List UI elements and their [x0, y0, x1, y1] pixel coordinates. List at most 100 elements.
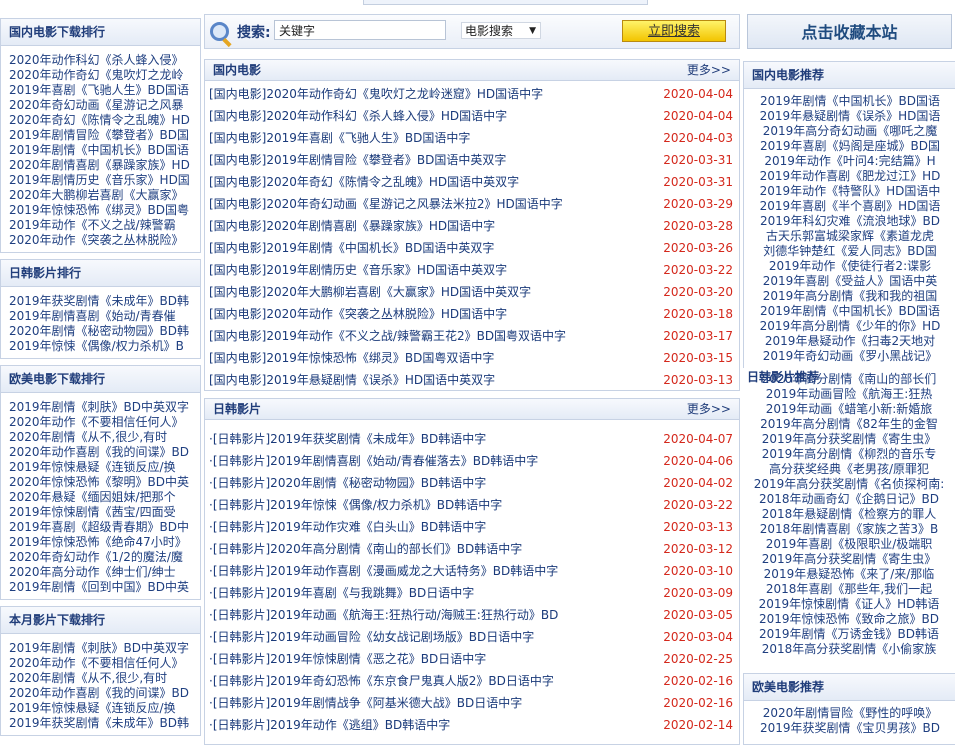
movie-link[interactable]: [国内电影]2019年动作《不义之战/辣警霸王花2》BD国粤双语中字 — [209, 329, 566, 343]
movie-link[interactable]: [国内电影]2019年剧情历史《音乐家》HD国语中英双字 — [209, 263, 507, 277]
recommend-item-link[interactable]: 2019年高分奇幻动画《哪吒之魔 — [744, 124, 955, 139]
ranking-item-link[interactable]: 2020年动作奇幻《鬼吹灯之龙岭 — [9, 68, 200, 83]
recommend-item-link[interactable]: 2019年高分剧情《柳烈的音乐专 — [743, 447, 955, 462]
recommend-item-link[interactable]: 2019年高分获奖剧情《寄生虫》 — [743, 432, 955, 447]
movie-link[interactable]: ·[日韩影片]2019年喜剧《与我跳舞》BD日语中字 — [209, 586, 474, 600]
recommend-item-link[interactable]: 2019年喜剧《受益人》国语中英 — [744, 274, 955, 289]
ranking-item-link[interactable]: 2019年惊悚悬疑《连锁反应/换 — [9, 460, 200, 475]
recommend-item-link[interactable]: 古天乐郭富城梁家辉《素道龙虎 — [744, 229, 955, 244]
ranking-item-link[interactable]: 2020年剧情喜剧《暴躁家族》HD — [9, 158, 200, 173]
movie-link[interactable]: ·[日韩影片]2019年动作喜剧《漫画威龙之大话特务》BD韩语中字 — [209, 564, 558, 578]
recommend-item-link[interactable]: 2019年惊悚剧情《证人》HD韩语 — [743, 597, 955, 612]
ranking-item-link[interactable]: 2020年高分动作《绅士们/绅士 — [9, 565, 200, 580]
movie-link[interactable]: ·[日韩影片]2019年动画《航海王:狂热行动/海贼王:狂热行动》BD — [209, 608, 558, 622]
ranking-item-link[interactable]: 2019年剧情《回到中国》BD中英 — [9, 580, 200, 595]
movie-link[interactable]: [国内电影]2019年剧情冒险《攀登者》BD国语中英双字 — [209, 153, 506, 167]
ranking-item-link[interactable]: 2020年惊悚恐怖《黎明》BD中英 — [9, 475, 200, 490]
movie-link[interactable]: ·[日韩影片]2019年惊悚剧情《恶之花》BD日语中字 — [209, 652, 486, 666]
ranking-item-link[interactable]: 2020年动作科幻《杀人蜂入侵》 — [9, 53, 200, 68]
ranking-item-link[interactable]: 2020年悬疑《缅因姐妹/把那个 — [9, 490, 200, 505]
recommend-item-link[interactable]: 2020年剧情冒险《野性的呼唤》 — [744, 706, 955, 721]
recommend-item-link[interactable]: 刘德华钟楚红《爱人同志》BD国 — [744, 244, 955, 259]
movie-link[interactable]: [国内电影]2020年动作奇幻《鬼吹灯之龙岭迷窟》HD国语中字 — [209, 87, 543, 101]
ranking-item-link[interactable]: 2019年剧情历史《音乐家》HD国 — [9, 173, 200, 188]
recommend-item-link[interactable]: 2019年高分剧情《82年生的金智 — [743, 417, 955, 432]
ranking-item-link[interactable]: 2019年剧情《刺肤》BD中英双字 — [9, 641, 200, 656]
more-link[interactable]: 更多>> — [687, 399, 731, 419]
recommend-item-link[interactable]: 2019年惊悚恐怖《致命之旅》BD — [743, 612, 955, 627]
ranking-item-link[interactable]: 2020年动作《突袭之丛林脱险》 — [9, 233, 200, 248]
ranking-item-link[interactable]: 2019年动作《不义之战/辣警霸 — [9, 218, 200, 233]
movie-link[interactable]: ·[日韩影片]2019年奇幻恐怖《东京食尸鬼真人版2》BD日语中字 — [209, 674, 554, 688]
movie-link[interactable]: ·[日韩影片]2019年动画冒险《幼女战记剧场版》BD日语中字 — [209, 630, 534, 644]
recommend-item-link[interactable]: 2019年动画冒险《航海王:狂热 — [743, 387, 955, 402]
recommend-item-link[interactable]: 2019年高分剧情《少年的你》HD — [744, 319, 955, 334]
ranking-item-link[interactable]: 2019年剧情《中国机长》BD国语 — [9, 143, 200, 158]
ranking-item-link[interactable]: 2019年剧情喜剧《始动/青春催 — [9, 309, 200, 324]
movie-link[interactable]: ·[日韩影片]2019年剧情战争《阿基米德大战》BD日语中字 — [209, 696, 522, 710]
ranking-item-link[interactable]: 2020年动作喜剧《我的间谍》BD — [9, 686, 200, 701]
recommend-item-link[interactable]: 2019年高分获奖剧情《名侦探柯南: — [743, 477, 955, 492]
movie-link[interactable]: [国内电影]2019年剧情《中国机长》BD国语中英双字 — [209, 241, 494, 255]
recommend-item-link[interactable]: 2018年喜剧《那些年,我们一起 — [743, 582, 955, 597]
ranking-item-link[interactable]: 2020年动作《不要相信任何人》 — [9, 415, 200, 430]
recommend-item-link[interactable]: 高分获奖经典《老男孩/原罪犯 — [743, 462, 955, 477]
movie-link[interactable]: [国内电影]2019年惊悚恐怖《绑灵》BD国粤双语中字 — [209, 351, 494, 365]
recommend-item-link[interactable]: 2018年高分获奖剧情《小偷家族 — [743, 642, 955, 657]
ranking-item-link[interactable]: 2019年喜剧《超级青春期》BD中 — [9, 520, 200, 535]
recommend-item-link[interactable]: 2019年动作《使徒行者2:谍影 — [744, 259, 955, 274]
recommend-item-link[interactable]: 2019年动作《特警队》HD国语中 — [744, 184, 955, 199]
recommend-item-link[interactable]: 2019年喜剧《妈阁是座城》BD国 — [744, 139, 955, 154]
movie-link[interactable]: ·[日韩影片]2020年剧情《秘密动物园》BD韩语中字 — [209, 476, 486, 490]
ranking-item-link[interactable]: 2019年惊悚恐怖《绑灵》BD国粤 — [9, 203, 200, 218]
ranking-item-link[interactable]: 2019年惊悚剧情《茜宝/四面受 — [9, 505, 200, 520]
ranking-item-link[interactable]: 2020年奇幻动画《星游记之风暴 — [9, 98, 200, 113]
ranking-item-link[interactable]: 2019年喜剧《飞驰人生》BD国语 — [9, 83, 200, 98]
recommend-item-link[interactable]: 2020年高分剧情《南山的部长们 — [743, 372, 955, 387]
ranking-item-link[interactable]: 2020年大鹏柳岩喜剧《大赢家》 — [9, 188, 200, 203]
movie-link[interactable]: ·[日韩影片]2019年剧情喜剧《始动/青春催落去》BD韩语中字 — [209, 454, 538, 468]
ranking-item-link[interactable]: 2019年惊悚《偶像/权力杀机》B — [9, 339, 200, 354]
ranking-item-link[interactable]: 2020年动作《不要相信任何人》 — [9, 656, 200, 671]
recommend-item-link[interactable]: 2019年奇幻动画《罗小黑战记》 — [744, 349, 955, 364]
movie-link[interactable]: [国内电影]2020年奇幻《陈情令之乱魄》HD国语中英双字 — [209, 175, 519, 189]
recommend-item-link[interactable]: 2019年悬疑剧情《误杀》HD国语 — [744, 109, 955, 124]
ranking-item-link[interactable]: 2020年剧情《从不,很少,有时 — [9, 671, 200, 686]
search-type-select[interactable]: 电影搜索 ▼ — [461, 22, 541, 39]
movie-link[interactable]: ·[日韩影片]2019年惊悚《偶像/权力杀机》BD韩语中字 — [209, 498, 502, 512]
movie-link[interactable]: [国内电影]2020年奇幻动画《星游记之风暴法米拉2》HD国语中字 — [209, 197, 563, 211]
recommend-item-link[interactable]: 2019年动画《蜡笔小新:新婚旅 — [743, 402, 955, 417]
ranking-item-link[interactable]: 2019年获奖剧情《未成年》BD韩 — [9, 294, 200, 309]
movie-link[interactable]: ·[日韩影片]2019年动作《逃组》BD韩语中字 — [209, 718, 450, 732]
recommend-item-link[interactable]: 2019年高分剧情《我和我的祖国 — [744, 289, 955, 304]
recommend-item-link[interactable]: 2019年喜剧《极限职业/极端职 — [743, 537, 955, 552]
recommend-item-link[interactable]: 2019年悬疑动作《扫毒2天地对 — [744, 334, 955, 349]
ranking-item-link[interactable]: 2020年奇幻动作《1/2的魔法/魔 — [9, 550, 200, 565]
recommend-item-link[interactable]: 2019年剧情《万诱金钱》BD韩语 — [743, 627, 955, 642]
movie-link[interactable]: ·[日韩影片]2020年高分剧情《南山的部长们》BD韩语中字 — [209, 542, 522, 556]
recommend-item-link[interactable]: 2018年悬疑剧情《检察方的罪人 — [743, 507, 955, 522]
ranking-item-link[interactable]: 2020年剧情《从不,很少,有时 — [9, 430, 200, 445]
search-button[interactable]: 立即搜索 — [622, 20, 726, 42]
recommend-item-link[interactable]: 2019年悬疑恐怖《来了/来/那临 — [743, 567, 955, 582]
movie-link[interactable]: ·[日韩影片]2019年获奖剧情《未成年》BD韩语中字 — [209, 432, 486, 446]
recommend-item-link[interactable]: 2018年动画奇幻《企鹅日记》BD — [743, 492, 955, 507]
ranking-item-link[interactable]: 2019年剧情冒险《攀登者》BD国 — [9, 128, 200, 143]
ranking-item-link[interactable]: 2020年剧情《秘密动物园》BD韩 — [9, 324, 200, 339]
movie-link[interactable]: [国内电影]2020年剧情喜剧《暴躁家族》HD国语中字 — [209, 219, 495, 233]
ranking-item-link[interactable]: 2019年获奖剧情《未成年》BD韩 — [9, 716, 200, 731]
movie-link[interactable]: [国内电影]2019年喜剧《飞驰人生》BD国语中字 — [209, 131, 470, 145]
recommend-item-link[interactable]: 2019年喜剧《半个喜剧》HD国语 — [744, 199, 955, 214]
ranking-item-link[interactable]: 2020年奇幻《陈情令之乱魄》HD — [9, 113, 200, 128]
recommend-item-link[interactable]: 2019年科幻灾难《流浪地球》BD — [744, 214, 955, 229]
ranking-item-link[interactable]: 2019年惊悚恐怖《绝命47小时》 — [9, 535, 200, 550]
movie-link[interactable]: [国内电影]2019年悬疑剧情《误杀》HD国语中英双字 — [209, 373, 495, 387]
recommend-item-link[interactable]: 2018年剧情喜剧《家族之苦3》B — [743, 522, 955, 537]
movie-link[interactable]: [国内电影]2020年大鹏柳岩喜剧《大赢家》HD国语中英双字 — [209, 285, 531, 299]
ranking-item-link[interactable]: 2020年动作喜剧《我的间谍》BD — [9, 445, 200, 460]
recommend-item-link[interactable]: 2019年获奖剧情《宝贝男孩》BD — [744, 721, 955, 736]
recommend-item-link[interactable]: 2019年动作《叶问4:完结篇》H — [744, 154, 955, 169]
recommend-item-link[interactable]: 2019年高分获奖剧情《寄生虫》 — [743, 552, 955, 567]
recommend-item-link[interactable]: 2019年剧情《中国机长》BD国语 — [744, 304, 955, 319]
movie-link[interactable]: [国内电影]2020年动作科幻《杀人蜂入侵》HD国语中字 — [209, 109, 507, 123]
